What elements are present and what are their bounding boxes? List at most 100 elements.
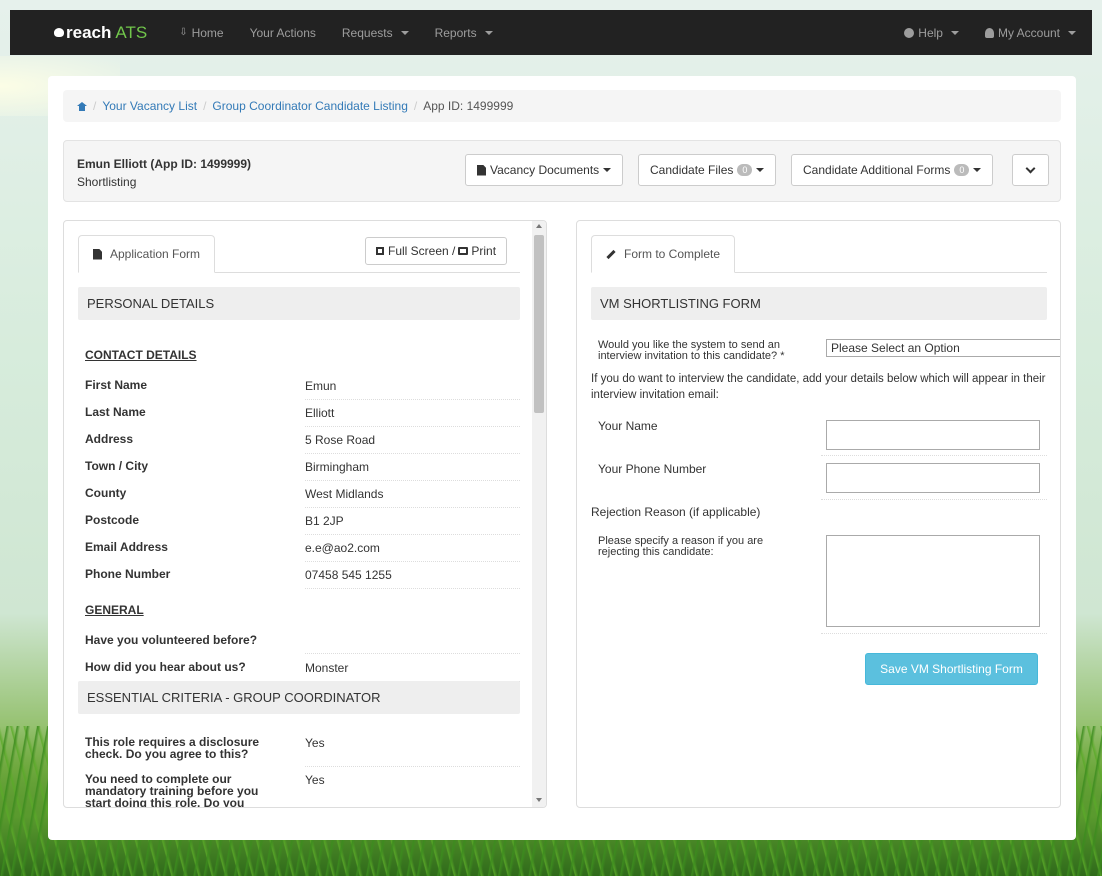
scrollbar[interactable]: [532, 221, 546, 807]
field-value: Monster: [305, 661, 520, 682]
nav-reports-label: Reports: [434, 25, 477, 40]
caret-down-icon: [973, 168, 982, 172]
row-divider: [821, 455, 1047, 456]
field-value: Emun: [305, 379, 520, 400]
caret-down-icon: [603, 168, 612, 172]
field-label: Address: [85, 432, 134, 446]
candidate-stage: Shortlisting: [77, 175, 137, 189]
top-navbar: reach ATS ⇩ Home Your Actions Requests R…: [10, 10, 1092, 55]
caret-down-icon: [400, 30, 409, 35]
full-screen-print-button[interactable]: Full Screen / Print: [365, 237, 508, 265]
field-label: You need to complete our mandatory train…: [85, 772, 259, 808]
your-name-label: Your Name: [598, 419, 658, 433]
tab-application-form[interactable]: Application Form: [78, 235, 216, 273]
field-label: Town / City: [85, 459, 149, 473]
field-value: [305, 634, 520, 654]
field-label: Email Address: [85, 540, 168, 554]
field-value: Birmingham: [305, 460, 520, 481]
field-value: Yes: [305, 773, 325, 787]
nav-home-label: Home: [191, 25, 224, 40]
scroll-down-icon[interactable]: [536, 798, 542, 802]
vacancy-documents-label: Vacancy Documents: [490, 163, 600, 177]
application-form-panel[interactable]: Application Form Full Screen / Print PER…: [63, 220, 547, 808]
caret-down-icon: [484, 30, 493, 35]
home-icon[interactable]: [77, 101, 87, 111]
field-label: Postcode: [85, 513, 140, 527]
breadcrumb-candidate-listing[interactable]: Group Coordinator Candidate Listing: [212, 99, 407, 113]
field-label: How did you hear about us?: [85, 660, 246, 674]
invite-select[interactable]: Please Select an Option: [826, 339, 1060, 357]
breadcrumb-vacancy-list[interactable]: Your Vacancy List: [102, 99, 197, 113]
nav-requests-label: Requests: [341, 25, 393, 40]
main-container: / Your Vacancy List / Group Coordinator …: [48, 76, 1076, 840]
vacancy-documents-button[interactable]: Vacancy Documents: [465, 154, 624, 186]
full-screen-label: Full Screen /: [388, 244, 456, 258]
nav-requests-dropdown[interactable]: Requests: [342, 26, 409, 40]
candidate-files-label: Candidate Files: [650, 163, 734, 177]
file-icon: [93, 248, 102, 260]
section-essential-criteria: ESSENTIAL CRITERIA - GROUP COORDINATOR: [78, 681, 520, 714]
rejection-reason-textarea[interactable]: [826, 535, 1040, 627]
brand-logo[interactable]: reach ATS: [54, 23, 147, 43]
field-value: 5 Rose Road: [305, 433, 520, 454]
form-tabs: Form to Complete: [591, 235, 1047, 273]
field-label: First Name: [85, 378, 148, 392]
nav-my-account-dropdown[interactable]: My Account: [984, 25, 1076, 40]
caret-down-icon: [1068, 30, 1076, 35]
candidate-name: Emun Elliott (App ID: 1499999): [77, 157, 252, 171]
breadcrumb-current: App ID: 1499999: [423, 99, 514, 113]
row-divider: [821, 633, 1047, 634]
brand-accent: ATS: [115, 22, 148, 42]
nav-your-actions[interactable]: Your Actions: [250, 26, 316, 40]
candidate-files-button[interactable]: Candidate Files 0: [638, 154, 777, 186]
field-label: County: [85, 486, 127, 500]
tab-form-to-complete[interactable]: Form to Complete: [591, 235, 736, 273]
field-label: Have you volunteered before?: [85, 633, 258, 647]
rejection-reason-label: Please specify a reason if you are rejec…: [598, 535, 764, 558]
field-label: Last Name: [85, 405, 146, 419]
additional-forms-count-badge: 0: [954, 164, 970, 176]
your-phone-input[interactable]: [826, 463, 1040, 493]
contact-details-heading: CONTACT DETAILS: [85, 348, 197, 362]
candidate-additional-forms-button[interactable]: Candidate Additional Forms 0: [791, 154, 994, 186]
chevron-down-icon: [1025, 163, 1036, 174]
nav-reports-dropdown[interactable]: Reports: [435, 26, 493, 40]
caret-down-icon: [756, 168, 765, 172]
nav-my-account-label: My Account: [997, 25, 1060, 40]
your-name-input[interactable]: [826, 420, 1040, 450]
your-phone-label: Your Phone Number: [598, 462, 707, 476]
pencil-icon: [606, 249, 616, 259]
caret-down-icon: [950, 30, 959, 35]
field-value: Elliott: [305, 406, 520, 427]
nav-help-dropdown[interactable]: Help: [904, 26, 959, 40]
invite-question-label: Would you like the system to send an int…: [598, 339, 785, 362]
scroll-up-icon[interactable]: [536, 224, 542, 228]
breadcrumb-separator: /: [413, 99, 418, 113]
nav-help-label: Help: [918, 25, 943, 40]
info-icon: [904, 27, 915, 38]
tab-application-form-label: Application Form: [110, 247, 201, 261]
nav-right: Help My Account: [878, 26, 1076, 40]
field-value: B1 2JP: [305, 514, 520, 535]
candidate-additional-forms-label: Candidate Additional Forms: [803, 163, 951, 177]
brand-name: reach: [66, 22, 112, 42]
file-icon: [477, 164, 486, 176]
section-vm-shortlisting: VM SHORTLISTING FORM: [591, 287, 1047, 320]
print-icon: [458, 247, 469, 255]
nav-home[interactable]: ⇩ Home: [179, 26, 223, 40]
candidate-header: Emun Elliott (App ID: 1499999) Shortlist…: [63, 140, 1061, 202]
breadcrumb: / Your Vacancy List / Group Coordinator …: [63, 90, 1061, 122]
nav-your-actions-label: Your Actions: [249, 25, 316, 40]
form-to-complete-panel: Form to Complete VM SHORTLISTING FORM Wo…: [576, 220, 1061, 808]
candidate-files-count-badge: 0: [737, 164, 753, 176]
field-value: 07458 545 1255: [305, 568, 520, 589]
user-icon: [984, 27, 994, 38]
interview-details-note: If you do want to interview the candidat…: [591, 373, 1046, 401]
row-divider: [821, 499, 1047, 500]
expand-toggle-button[interactable]: [1012, 154, 1049, 186]
breadcrumb-separator: /: [203, 99, 207, 113]
tab-form-to-complete-label: Form to Complete: [624, 247, 721, 261]
scrollbar-thumb[interactable]: [534, 235, 544, 413]
field-value: West Midlands: [305, 487, 520, 508]
save-vm-shortlisting-button[interactable]: Save VM Shortlisting Form: [865, 653, 1038, 685]
